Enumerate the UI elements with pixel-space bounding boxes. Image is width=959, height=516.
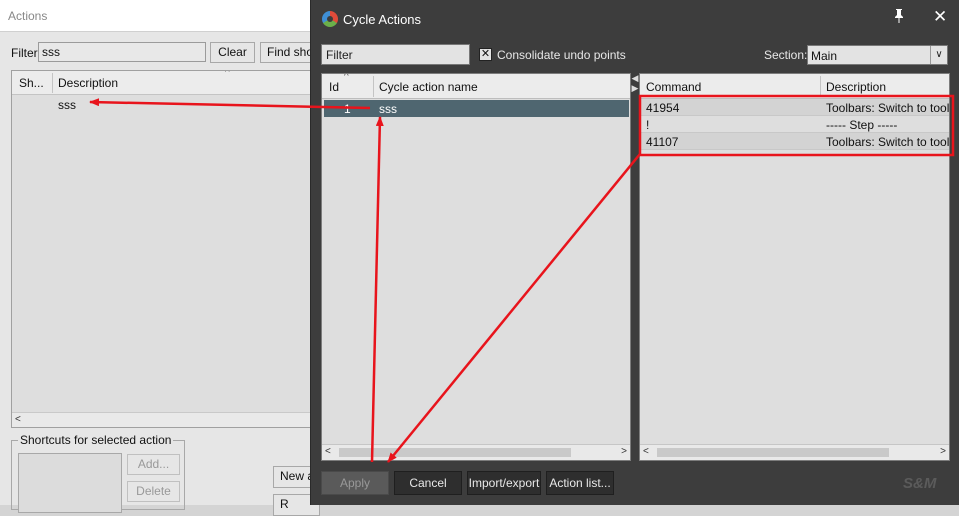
consolidate-checkbox[interactable]: ✕ (479, 48, 492, 61)
column-command[interactable]: Command (646, 80, 701, 94)
action-list-button[interactable]: Action list... (546, 471, 614, 495)
scroll-thumb[interactable] (339, 448, 571, 457)
close-icon[interactable]: ✕ (933, 7, 947, 27)
scroll-thumb[interactable] (657, 448, 889, 457)
column-separator[interactable] (373, 76, 374, 97)
commands-list[interactable]: Command Description 41954 Toolbars: Swit… (639, 73, 950, 461)
actions-list[interactable]: Sh... Description ^ sss < (11, 70, 320, 428)
chevron-down-icon[interactable]: ∨ (930, 46, 947, 64)
cycle-action-row[interactable]: 1 sss (324, 100, 629, 117)
cycle-dialog-title: Cycle Actions (343, 12, 422, 27)
scroll-left-icon[interactable]: < (643, 446, 649, 457)
sort-caret-icon: ^ (225, 70, 230, 78)
cycle-action-id: 1 (344, 102, 351, 116)
command-description: Toolbars: Switch to toolba (826, 101, 950, 115)
actions-titlebar: Actions (0, 0, 320, 32)
command-row[interactable]: 41107 Toolbars: Switch to toolba (640, 133, 949, 150)
column-separator[interactable] (820, 76, 821, 97)
cycle-list-hscrollbar[interactable]: < > (322, 444, 630, 460)
cycle-actions-list[interactable]: Id ^ Cycle action name 1 sss < > (321, 73, 631, 461)
command-row[interactable]: ! ----- Step ----- (640, 116, 949, 133)
actions-title: Actions (8, 9, 48, 23)
column-description[interactable]: Description (826, 80, 886, 94)
add-shortcut-button[interactable]: Add... (127, 454, 180, 475)
command-description: ----- Step ----- (826, 118, 898, 132)
cancel-button[interactable]: Cancel (394, 471, 462, 495)
splitter-handle[interactable]: ◀ ▶ (631, 73, 639, 103)
apply-button[interactable]: Apply (321, 471, 389, 495)
command-description: Toolbars: Switch to toolba (826, 135, 950, 149)
command-row[interactable]: 41954 Toolbars: Switch to toolba (640, 99, 949, 116)
shortcuts-group-label: Shortcuts for selected action (18, 433, 174, 447)
scroll-left-icon[interactable]: < (325, 446, 331, 457)
actions-list-header: Sh... Description ^ (12, 71, 319, 95)
action-row-description[interactable]: sss (58, 98, 76, 112)
column-shortcut[interactable]: Sh... (19, 76, 44, 90)
pin-icon[interactable] (893, 9, 905, 26)
section-value: Main (811, 49, 838, 63)
column-separator[interactable] (52, 73, 53, 93)
consolidate-label: Consolidate undo points (497, 48, 626, 62)
clear-button[interactable]: Clear (210, 42, 255, 63)
scroll-right-icon[interactable]: > (940, 446, 946, 457)
scroll-left-icon[interactable]: < (15, 414, 21, 425)
scroll-right-icon[interactable]: > (621, 446, 627, 457)
filter-label: Filter: (11, 46, 41, 60)
cycle-titlebar: Cycle Actions ✕ (311, 0, 959, 37)
column-cycle-action-name[interactable]: Cycle action name (379, 80, 478, 94)
command-id: ! (646, 118, 650, 132)
actions-hscrollbar[interactable]: < (12, 412, 319, 427)
command-id: 41954 (646, 101, 680, 115)
actions-window: Actions Filter: sss Clear Find short Sh.… (0, 0, 320, 516)
commands-hscrollbar[interactable]: < > (640, 444, 949, 460)
reaper-logo-icon (322, 11, 338, 27)
import-export-button[interactable]: Import/export (467, 471, 541, 495)
cycle-list-header: Id ^ Cycle action name (322, 74, 630, 99)
delete-shortcut-button[interactable]: Delete (127, 481, 180, 502)
section-select[interactable]: Main ∨ (807, 45, 948, 65)
command-id: 41107 (646, 135, 679, 149)
sm-brand-logo: S&M (903, 475, 937, 492)
column-id[interactable]: Id (329, 80, 339, 94)
cycle-action-name: sss (379, 102, 397, 116)
actions-filter-input[interactable]: sss (38, 42, 206, 62)
sort-caret-icon: ^ (344, 73, 349, 82)
cycle-filter-input[interactable]: Filter (321, 44, 470, 65)
column-description[interactable]: Description (58, 76, 118, 90)
shortcuts-list[interactable] (18, 453, 122, 513)
cycle-actions-dialog: Cycle Actions ✕ Filter ✕ Consolidate und… (310, 0, 959, 505)
section-label: Section: (764, 48, 808, 62)
commands-list-header: Command Description (640, 74, 949, 99)
